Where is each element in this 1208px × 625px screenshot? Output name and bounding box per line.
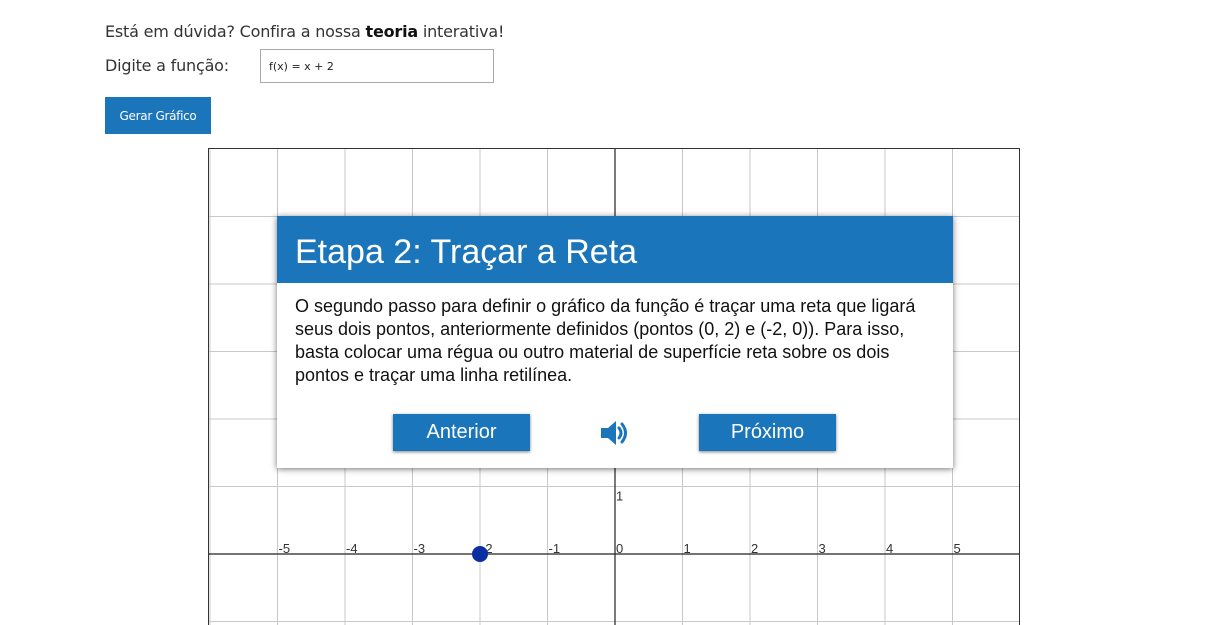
graph-points — [472, 546, 488, 562]
theory-hint: Está em dúvida? Confira a nossa teoria i… — [105, 22, 504, 41]
hint-suffix: interativa! — [417, 22, 505, 41]
generate-graph-button[interactable]: Gerar Gráfico — [105, 97, 211, 134]
x-tick-label: 3 — [819, 541, 826, 556]
x-tick-label: 4 — [886, 541, 893, 556]
x-tick-label: -1 — [549, 541, 561, 556]
function-input[interactable] — [260, 49, 494, 83]
y-tick-label: 1 — [616, 489, 623, 504]
previous-button[interactable]: Anterior — [393, 414, 530, 451]
x-tick-label: 1 — [684, 541, 691, 556]
graph-point[interactable] — [472, 546, 488, 562]
hint-prefix: Está em dúvida? Confira a nossa — [105, 22, 366, 41]
theory-link[interactable]: teoria — [366, 22, 419, 41]
speaker-icon[interactable] — [599, 418, 631, 448]
x-tick-label: -5 — [279, 541, 291, 556]
dialog-body: O segundo passo para definir o gráfico d… — [295, 296, 916, 385]
next-button[interactable]: Próximo — [699, 414, 836, 451]
function-label: Digite a função: — [105, 56, 229, 75]
step-dialog: Etapa 2: Traçar a Reta O segundo passo p… — [277, 216, 953, 468]
x-tick-label: 2 — [751, 541, 758, 556]
x-tick-label: -4 — [346, 541, 358, 556]
x-tick-label: 5 — [954, 541, 961, 556]
x-tick-label: 0 — [616, 541, 623, 556]
x-tick-label: -3 — [414, 541, 426, 556]
dialog-title: Etapa 2: Traçar a Reta — [277, 216, 953, 283]
